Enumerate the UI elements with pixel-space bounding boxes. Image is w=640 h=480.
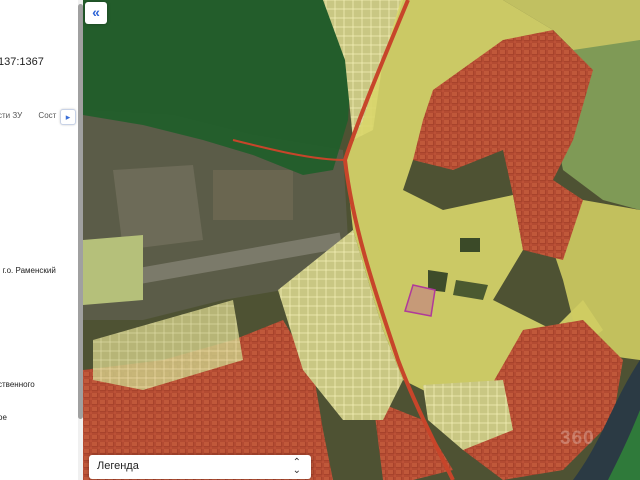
tab-parcel-info[interactable]: сти ЗУ bbox=[0, 111, 22, 120]
use-text: ое bbox=[0, 413, 7, 422]
field-parcel-west bbox=[83, 235, 143, 305]
chevron-right-icon[interactable]: ▸ bbox=[60, 109, 76, 125]
watermark: 360 bbox=[560, 428, 595, 449]
legend-label: Легенда bbox=[97, 460, 139, 472]
address-text: , г.о. Раменский bbox=[0, 266, 56, 275]
info-panel: 137:1367 сти ЗУ Сост ▸ , г.о. Раменский … bbox=[0, 0, 78, 480]
track-area bbox=[213, 170, 293, 220]
legend-select[interactable]: Легенда ⌃ ⌄ bbox=[89, 455, 311, 479]
up-down-chevron-icon: ⌃ ⌄ bbox=[292, 457, 301, 476]
map-view[interactable] bbox=[83, 0, 640, 480]
double-chevron-left-icon[interactable]: « bbox=[85, 2, 107, 24]
category-text: ственного bbox=[0, 380, 35, 389]
tree-patch bbox=[460, 238, 480, 252]
cadastral-number: 137:1367 bbox=[0, 56, 44, 68]
panel-scrollbar-thumb[interactable] bbox=[78, 4, 83, 419]
tab-composition[interactable]: Сост bbox=[38, 111, 56, 120]
map-canvas bbox=[83, 0, 640, 480]
